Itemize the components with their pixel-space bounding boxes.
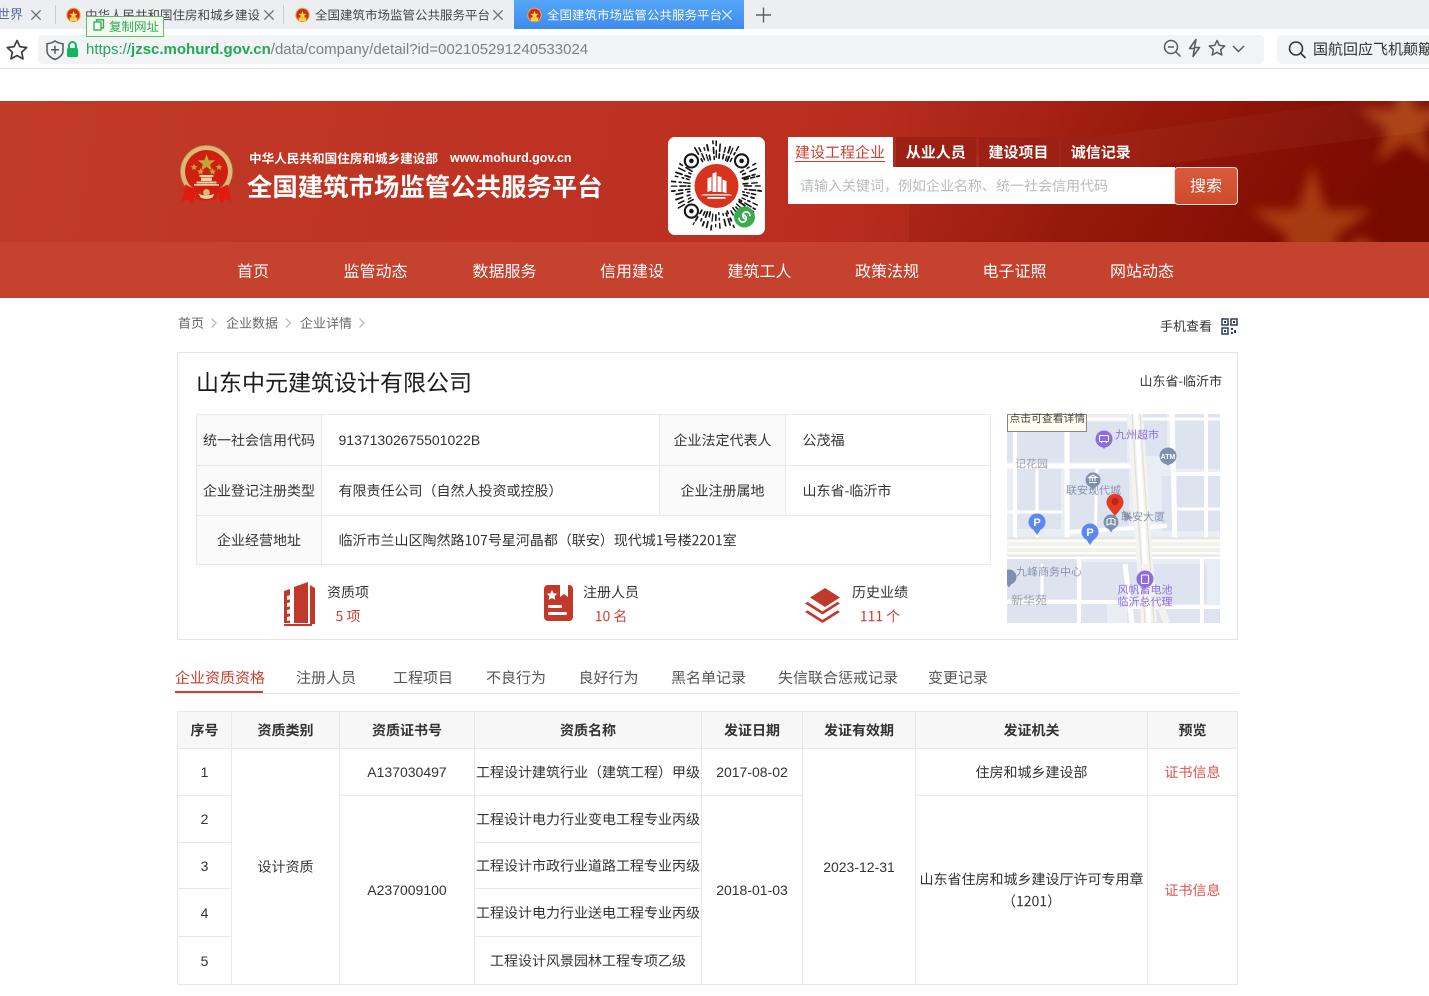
svg-text:P: P — [1033, 517, 1040, 529]
svg-text:ATM: ATM — [1161, 454, 1176, 461]
svg-text:P: P — [1086, 527, 1093, 539]
